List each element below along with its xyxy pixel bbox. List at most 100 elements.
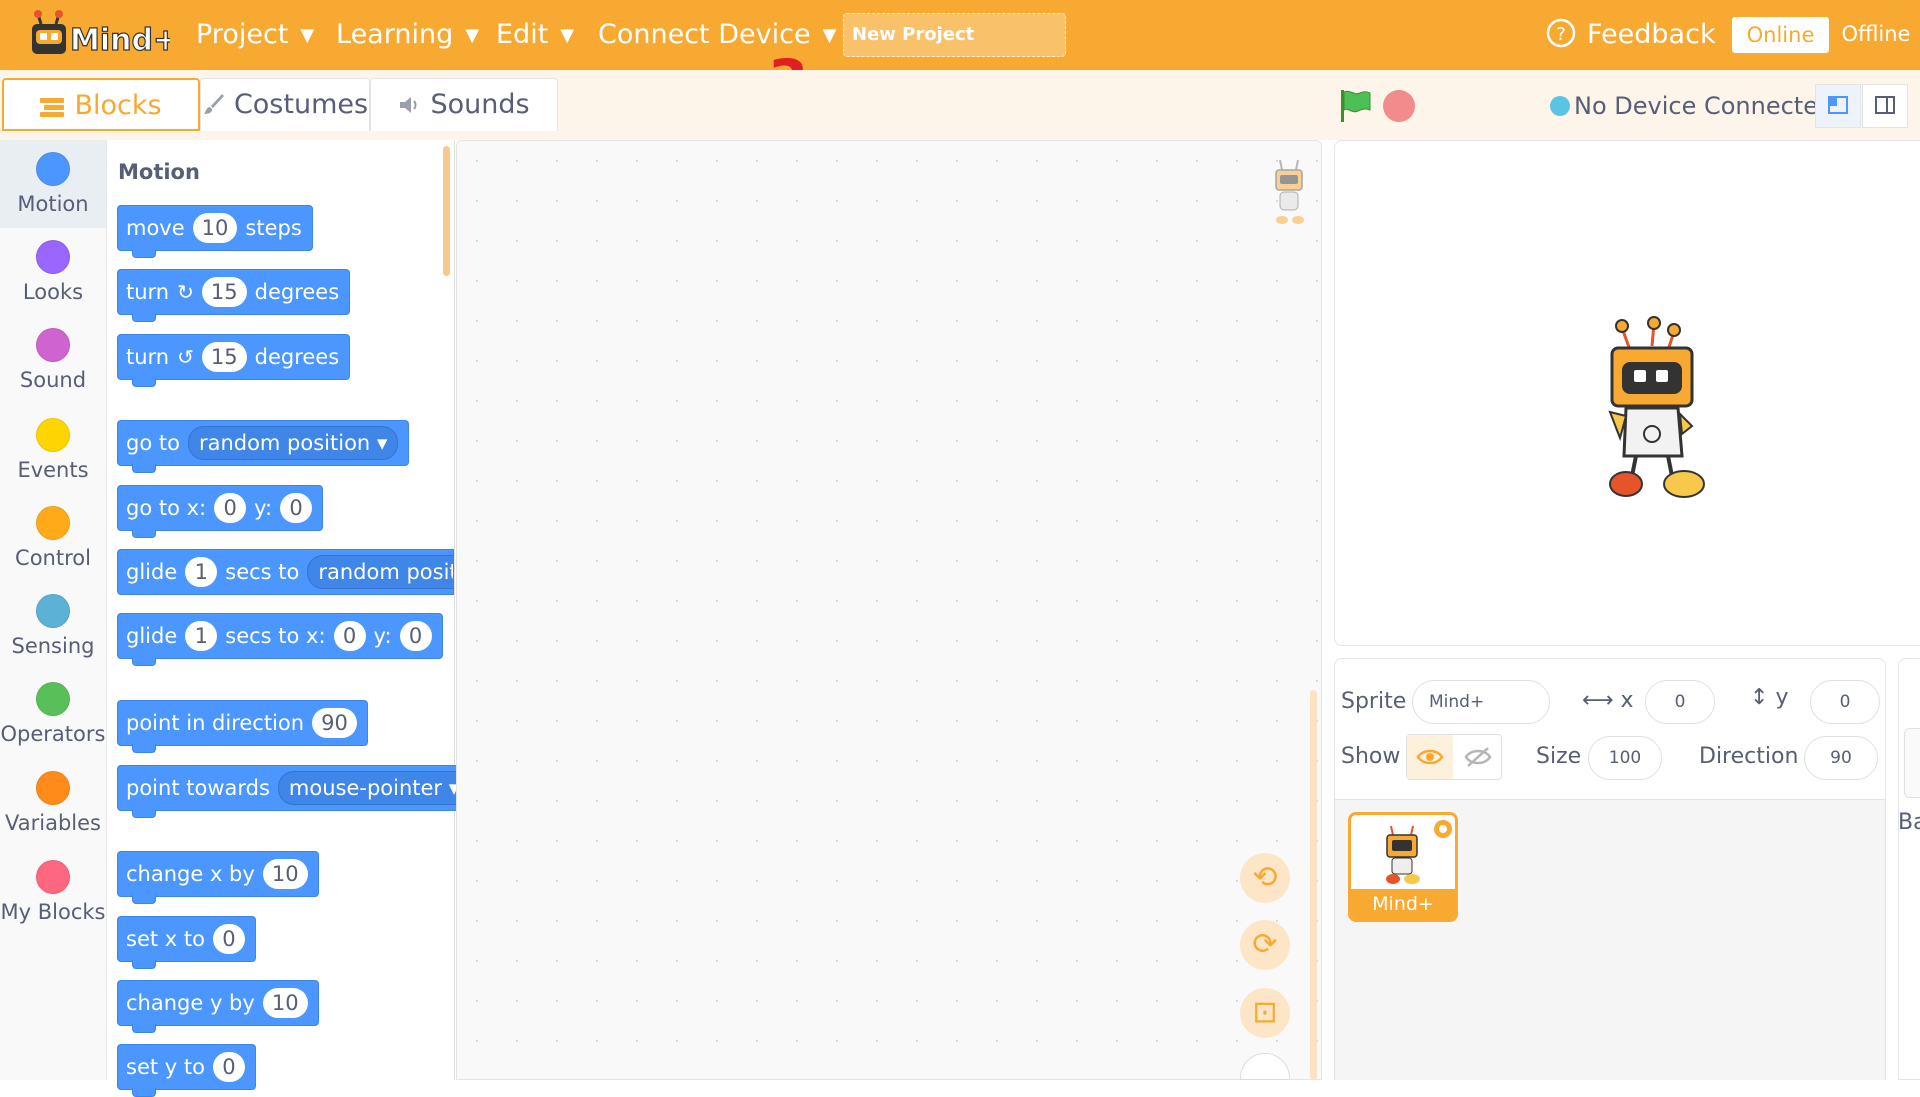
block-glide-to[interactable]: glide 1 secs to random positi (117, 549, 454, 595)
delete-sprite-icon[interactable] (1432, 818, 1454, 840)
category-looks[interactable]: Looks (0, 228, 106, 316)
change-y-input[interactable]: 10 (262, 988, 308, 1018)
block-set-x[interactable]: set x to 0 (117, 916, 256, 969)
crop-button[interactable]: ⊡ (1240, 988, 1290, 1038)
block-move-steps[interactable]: move 10 steps (117, 205, 313, 258)
y-input[interactable]: 0 (280, 493, 313, 523)
tab-blocks[interactable]: Blocks (2, 78, 200, 131)
block-set-y[interactable]: set y to 0 (117, 1044, 256, 1097)
backdrop-label: Backdrops (1898, 810, 1920, 835)
secs-input[interactable]: 1 (185, 621, 218, 651)
mind-plus-robot-sprite[interactable] (1596, 316, 1706, 504)
sensing-dot-icon (36, 594, 70, 628)
y-input[interactable]: 0 (399, 621, 432, 651)
horizontal-arrows-icon: ⟷ (1582, 688, 1614, 713)
change-x-input[interactable]: 10 (262, 859, 308, 889)
svg-text:?: ? (1556, 24, 1566, 45)
x-position-label: ⟷ x (1582, 688, 1634, 713)
block-turn-left[interactable]: turn ↺ 15 degrees (117, 334, 351, 387)
category-operators[interactable]: Operators (0, 670, 106, 758)
undo-button[interactable]: ⟲ (1240, 853, 1290, 903)
block-change-x[interactable]: change x by 10 (117, 851, 319, 904)
block-glide-xy[interactable]: glide 1 secs to x: 0 y: 0 (117, 613, 443, 666)
block-change-y[interactable]: change y by 10 (117, 980, 319, 1033)
direction-input[interactable]: 90 (1804, 736, 1878, 780)
menu-project[interactable]: Project ▼ (196, 15, 314, 55)
set-y-input[interactable]: 0 (212, 1052, 245, 1082)
block-turn-right[interactable]: turn ↻ 15 degrees (117, 269, 351, 322)
category-menu: Motion Looks Sound Events Control Sensin… (0, 140, 107, 1080)
set-x-input[interactable]: 0 (212, 924, 245, 954)
small-stage-icon (1828, 96, 1848, 114)
sprite-name-input[interactable]: Mind+ (1412, 680, 1550, 724)
menu-learning[interactable]: Learning ▼ (336, 15, 479, 55)
script-workspace[interactable] (456, 140, 1322, 1080)
looks-dot-icon (36, 240, 70, 274)
category-motion[interactable]: Motion (0, 140, 106, 228)
x-input[interactable]: 0 (333, 621, 366, 651)
small-stage-button[interactable] (1815, 84, 1861, 128)
workspace-scrollbar[interactable] (1310, 690, 1317, 1080)
x-position-input[interactable]: 0 (1645, 680, 1715, 724)
degrees-input[interactable]: 15 (201, 277, 247, 307)
feedback-button[interactable]: ? Feedback (1545, 17, 1716, 53)
mind-plus-logo[interactable]: Mind+ (26, 8, 170, 62)
status-dot-icon (1550, 96, 1570, 116)
block-point-in-direction[interactable]: point in direction 90 (117, 700, 368, 753)
sound-dot-icon (36, 328, 70, 362)
steps-input[interactable]: 10 (192, 213, 238, 243)
category-variables[interactable]: Variables (0, 759, 106, 847)
operators-dot-icon (36, 682, 70, 716)
menu-edit[interactable]: Edit ▼ (496, 15, 574, 55)
undo-icon: ⟲ (1252, 860, 1278, 895)
secs-input[interactable]: 1 (185, 557, 218, 587)
online-mode-button[interactable]: Online (1732, 17, 1829, 53)
offline-mode-button[interactable]: Offline (1829, 17, 1920, 51)
eye-icon (1416, 749, 1444, 765)
blocks-icon (40, 98, 65, 117)
chevron-down-icon: ▼ (560, 25, 575, 46)
x-input[interactable]: 0 (214, 493, 247, 523)
stop-button[interactable] (1383, 90, 1415, 122)
eye-hidden-icon[interactable] (1455, 735, 1501, 779)
degrees-input[interactable]: 15 (201, 342, 247, 372)
redo-button[interactable]: ⟳ (1240, 920, 1290, 970)
backdrop-thumbnail[interactable] (1904, 728, 1920, 798)
logo-text: Mind+ (70, 23, 170, 58)
glide-target-dropdown[interactable]: random positi (307, 555, 453, 589)
tab-sounds[interactable]: Sounds (370, 78, 558, 131)
category-sensing[interactable]: Sensing (0, 582, 106, 670)
rotate-right-icon: ↻ (177, 280, 194, 304)
control-dot-icon (36, 506, 70, 540)
variables-dot-icon (36, 771, 70, 805)
sprite-name-label: Sprite (1341, 689, 1407, 714)
project-name-input[interactable]: New Project (843, 13, 1066, 57)
brush-icon (203, 94, 224, 114)
large-stage-button[interactable] (1862, 84, 1908, 128)
large-stage-icon (1875, 96, 1895, 114)
green-flag-icon[interactable] (1338, 88, 1372, 124)
category-control[interactable]: Control (0, 494, 106, 582)
block-point-towards[interactable]: point towards mouse-pointer ▾ (117, 765, 482, 818)
size-label: Size (1536, 744, 1582, 769)
palette-section-title: Motion (118, 160, 200, 184)
category-sound[interactable]: Sound (0, 316, 106, 404)
show-visible-button[interactable] (1407, 735, 1453, 779)
direction-input[interactable]: 90 (312, 708, 357, 738)
block-go-to-xy[interactable]: go to x: 0 y: 0 (117, 485, 324, 538)
tab-costumes[interactable]: Costumes (200, 78, 370, 131)
category-my-blocks[interactable]: My Blocks (0, 848, 106, 936)
block-go-to[interactable]: go to random position ▾ (117, 420, 410, 473)
category-events[interactable]: Events (0, 406, 106, 494)
speaker-icon (400, 97, 417, 113)
motion-dot-icon (36, 152, 70, 186)
menu-bar: Mind+ Project ▼ Learning ▼ Edit ▼ Connect D… (0, 0, 1920, 70)
palette-scrollbar[interactable] (443, 146, 450, 276)
help-icon: ? (1546, 18, 1576, 48)
size-input[interactable]: 100 (1588, 736, 1662, 780)
go-to-target-dropdown[interactable]: random position ▾ (187, 426, 399, 460)
chevron-down-icon: ▼ (300, 25, 315, 46)
towards-target-dropdown[interactable]: mouse-pointer ▾ (277, 771, 471, 805)
sprite-thumbnail-icon (1386, 825, 1420, 884)
y-position-input[interactable]: 0 (1810, 680, 1880, 724)
